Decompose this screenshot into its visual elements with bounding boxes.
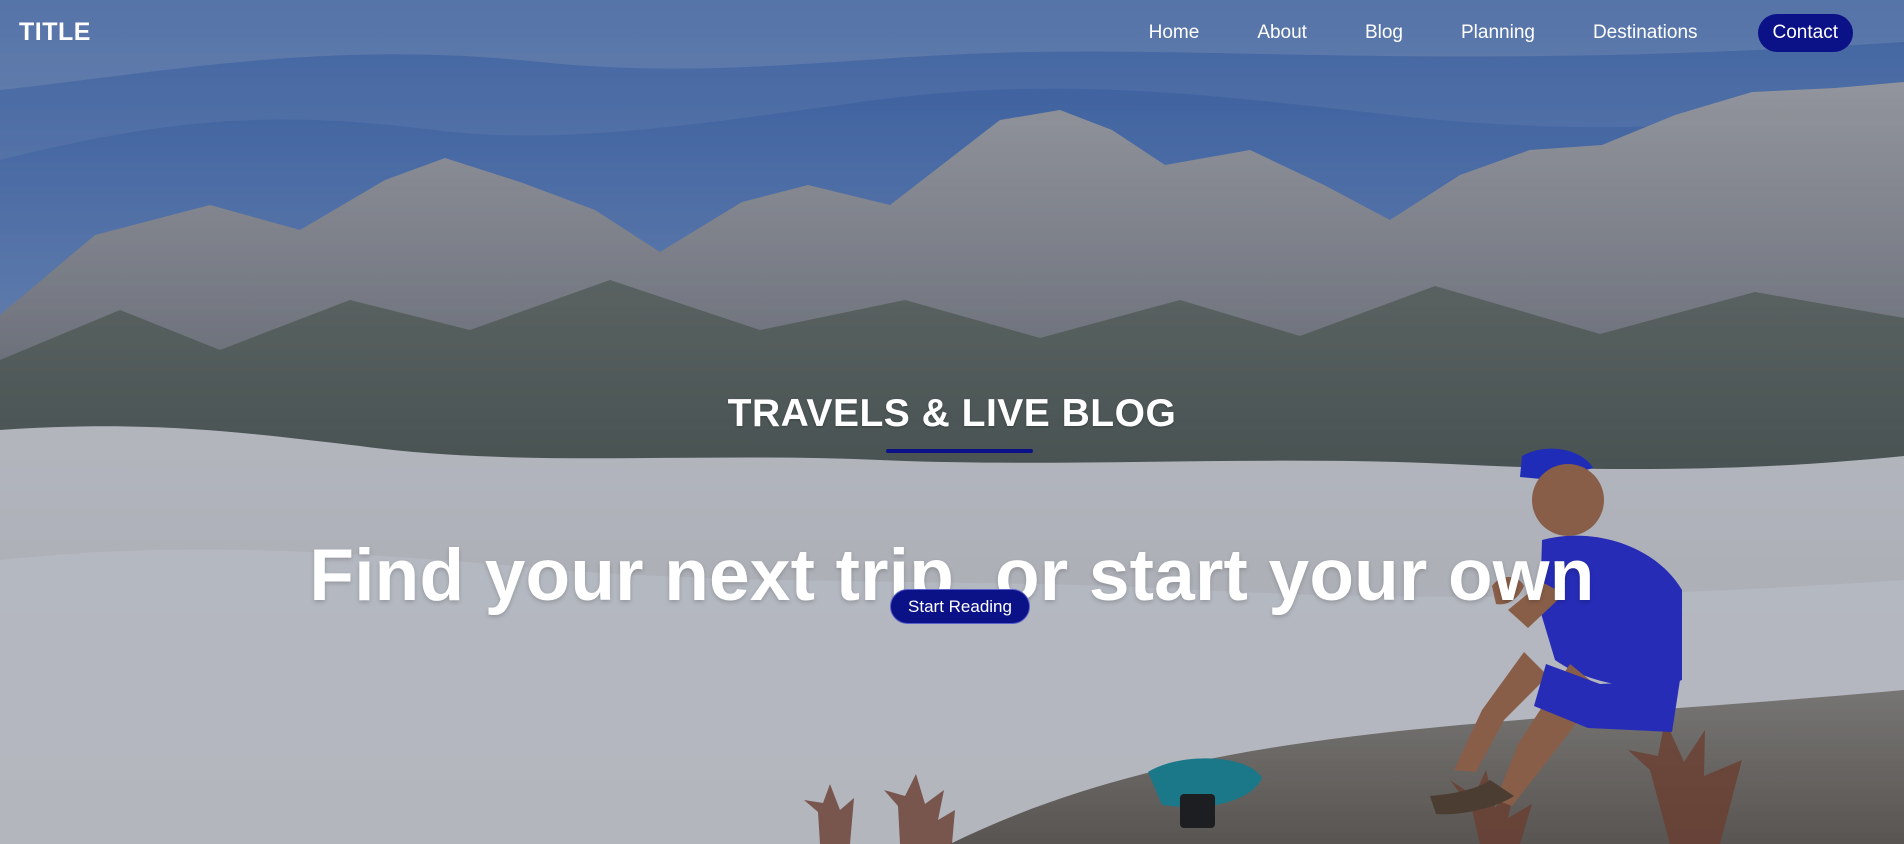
contact-button[interactable]: Contact — [1757, 14, 1853, 52]
nav-planning-link[interactable]: Planning — [1432, 14, 1564, 52]
nav-destinations-link[interactable]: Destinations — [1564, 14, 1727, 52]
hero-kicker: TRAVELS & LIVE BLOG — [727, 392, 1177, 435]
top-navigation-bar: TITLE Home About Blog Planning Destinati… — [0, 0, 1904, 66]
hero-content: TRAVELS & LIVE BLOG Find your next trip,… — [0, 0, 1904, 844]
hero-section: TITLE Home About Blog Planning Destinati… — [0, 0, 1904, 844]
title-underline — [886, 449, 1033, 453]
nav-blog-link[interactable]: Blog — [1336, 14, 1432, 52]
nav-about-link[interactable]: About — [1228, 14, 1336, 52]
nav-home-link[interactable]: Home — [1120, 14, 1229, 52]
site-title[interactable]: TITLE — [19, 18, 91, 47]
start-reading-button[interactable]: Start Reading — [890, 589, 1030, 624]
main-navigation: Home About Blog Planning Destinations Co… — [1120, 14, 1853, 52]
